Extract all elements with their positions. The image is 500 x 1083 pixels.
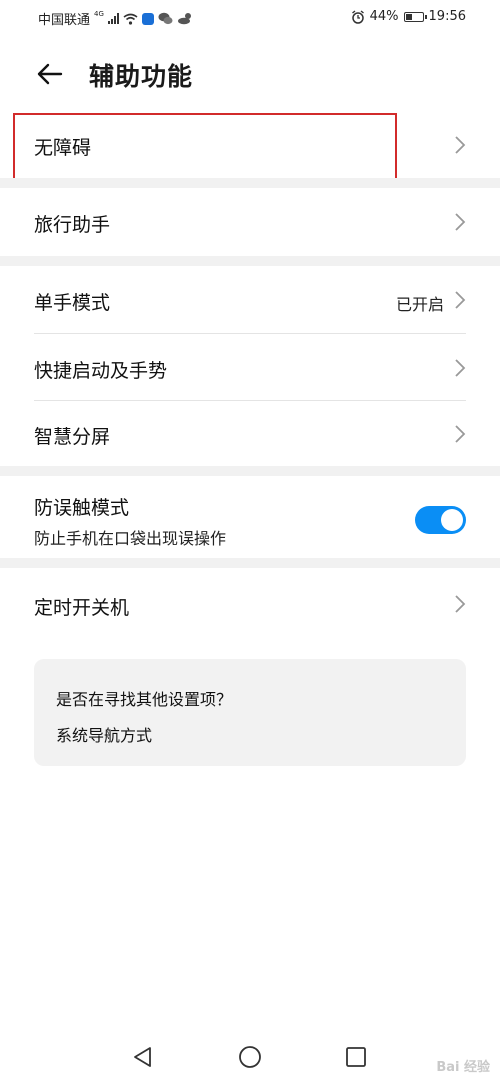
carrier-name: 中国联通 [38,13,91,28]
chevron-right-icon [455,425,466,443]
toggle-knob [441,509,463,531]
clock: 19:56 [428,9,466,24]
row-label: 无障碍 [34,137,92,159]
row-label: 定时开关机 [34,597,130,619]
row-accessibility[interactable]: 无障碍 [0,113,500,177]
network-type: 4G [94,9,104,18]
row-label: 快捷启动及手势 [34,360,168,382]
section-gap [0,466,500,476]
one-hand-status: 已开启 [395,295,444,314]
page-header: 辅助功能 [0,48,500,100]
suggestion-question: 是否在寻找其他设置项？ [56,690,233,709]
row-label: 防误触模式 [34,497,130,519]
row-one-hand-mode[interactable]: 单手模式 已开启 [0,266,500,332]
alarm-icon [351,9,364,24]
status-bar: 中国联通 4G 44% 19:56 [0,0,500,36]
section-gap [0,256,500,266]
row-label: 旅行助手 [34,214,111,236]
battery-percent: 44% [369,9,399,24]
watermark: Bai 经验 [436,1060,490,1075]
mistouch-toggle[interactable] [415,506,466,534]
system-nav-bar: Bai 经验 [0,1030,500,1083]
page-title: 辅助功能 [89,62,194,91]
row-travel-assistant[interactable]: 旅行助手 [0,188,500,254]
row-label: 智慧分屏 [34,426,111,448]
status-right: 44% 19:56 [351,9,466,24]
weather-icon [177,13,191,25]
recents-square-icon[interactable] [343,1044,369,1070]
wechat-icon [158,12,173,25]
back-triangle-icon[interactable] [130,1044,156,1070]
chevron-right-icon [455,359,466,377]
row-label: 单手模式 [34,292,111,314]
section-gap [0,558,500,568]
suggestion-link-navigation[interactable]: 系统导航方式 [56,722,152,746]
wifi-icon [123,13,138,25]
chevron-right-icon [455,136,466,154]
battery-fill [405,13,413,20]
row-smart-split[interactable]: 智慧分屏 [0,401,500,465]
section-gap [0,178,500,188]
row-scheduled-power[interactable]: 定时开关机 [0,568,500,638]
chevron-right-icon [455,213,466,231]
chevron-right-icon [455,595,466,613]
home-circle-icon[interactable] [237,1044,263,1070]
row-description: 防止手机在口袋出现误操作 [34,529,227,548]
status-left: 中国联通 4G [38,9,193,28]
back-arrow-icon[interactable] [34,58,66,90]
battery-icon [403,11,427,22]
chevron-right-icon [455,291,466,309]
signal-icon [107,13,119,24]
shield-app-icon [141,12,154,25]
suggestion-card: 是否在寻找其他设置项？ 系统导航方式 [34,659,466,766]
row-shortcuts-gestures[interactable]: 快捷启动及手势 [0,334,500,400]
